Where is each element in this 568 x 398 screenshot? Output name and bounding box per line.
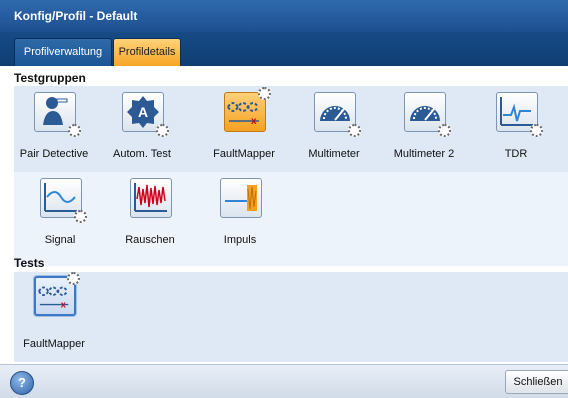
test-faultmapper[interactable]: x FaultMapper xyxy=(14,272,94,364)
test-group-label: Multimeter xyxy=(308,148,360,160)
tab-profilverwaltung[interactable]: Profilverwaltung xyxy=(14,38,112,66)
test-group-impuls[interactable]: Impuls xyxy=(200,176,280,266)
gear-icon xyxy=(74,210,87,223)
gauge-icon xyxy=(404,92,451,137)
test-group-label: TDR xyxy=(504,148,528,160)
test-group-autom-test[interactable]: A Autom. Test xyxy=(102,90,182,180)
test-group-multimeter-2[interactable]: Multimeter 2 xyxy=(384,90,464,180)
impulse-icon xyxy=(220,178,262,218)
svg-text:A: A xyxy=(138,104,148,120)
test-group-label: Signal xyxy=(44,234,76,246)
gear-icon xyxy=(258,87,271,100)
close-button[interactable]: Schließen xyxy=(505,370,568,394)
tab-profildetails[interactable]: Profildetails xyxy=(113,38,181,66)
gear-icon xyxy=(68,124,81,137)
profile-details-panel: Testgruppen Pair Detective A Autom. Test… xyxy=(14,66,568,364)
svg-text:x: x xyxy=(251,116,257,127)
tests-heading: Tests xyxy=(14,256,45,270)
gear-icon xyxy=(348,124,361,137)
tab-bar: Profilverwaltung Profildetails xyxy=(0,32,568,66)
test-label: FaultMapper xyxy=(23,338,85,350)
test-group-label: Impuls xyxy=(223,234,257,246)
gauge-icon xyxy=(314,92,361,137)
test-group-rauschen[interactable]: Rauschen xyxy=(110,176,190,266)
help-icon[interactable]: ? xyxy=(10,371,34,395)
noise-icon xyxy=(130,178,172,218)
test-group-label: FaultMapper xyxy=(213,148,275,160)
signal-curve-icon xyxy=(40,178,87,223)
technician-icon xyxy=(34,92,81,137)
test-group-label: Rauschen xyxy=(125,234,175,246)
test-group-label: Autom. Test xyxy=(113,148,171,160)
test-group-faultmapper[interactable]: x FaultMapper xyxy=(204,87,284,180)
test-group-signal[interactable]: Signal xyxy=(20,176,100,266)
svg-text:x: x xyxy=(61,299,67,310)
gear-icon xyxy=(438,124,451,137)
gear-icon xyxy=(67,272,80,285)
tdr-trace-icon xyxy=(496,92,543,137)
gear-icon xyxy=(530,124,543,137)
test-group-pair-detective[interactable]: Pair Detective xyxy=(14,90,94,180)
test-group-tdr[interactable]: TDR xyxy=(476,90,556,180)
faultmapper-icon: x xyxy=(224,87,271,132)
faultmapper-icon: x xyxy=(34,272,80,316)
auto-test-badge-icon: A xyxy=(122,92,169,137)
test-group-multimeter[interactable]: Multimeter xyxy=(294,90,374,180)
testgruppen-heading: Testgruppen xyxy=(14,71,86,85)
test-group-label: Pair Detective xyxy=(19,148,89,160)
footer-bar: ? Schließen xyxy=(0,364,568,398)
test-group-label: Multimeter 2 xyxy=(393,148,455,160)
window-title: Konfig/Profil - Default xyxy=(0,0,568,32)
config-profile-window: Konfig/Profil - Default Profilverwaltung… xyxy=(0,0,568,398)
gear-icon xyxy=(156,124,169,137)
